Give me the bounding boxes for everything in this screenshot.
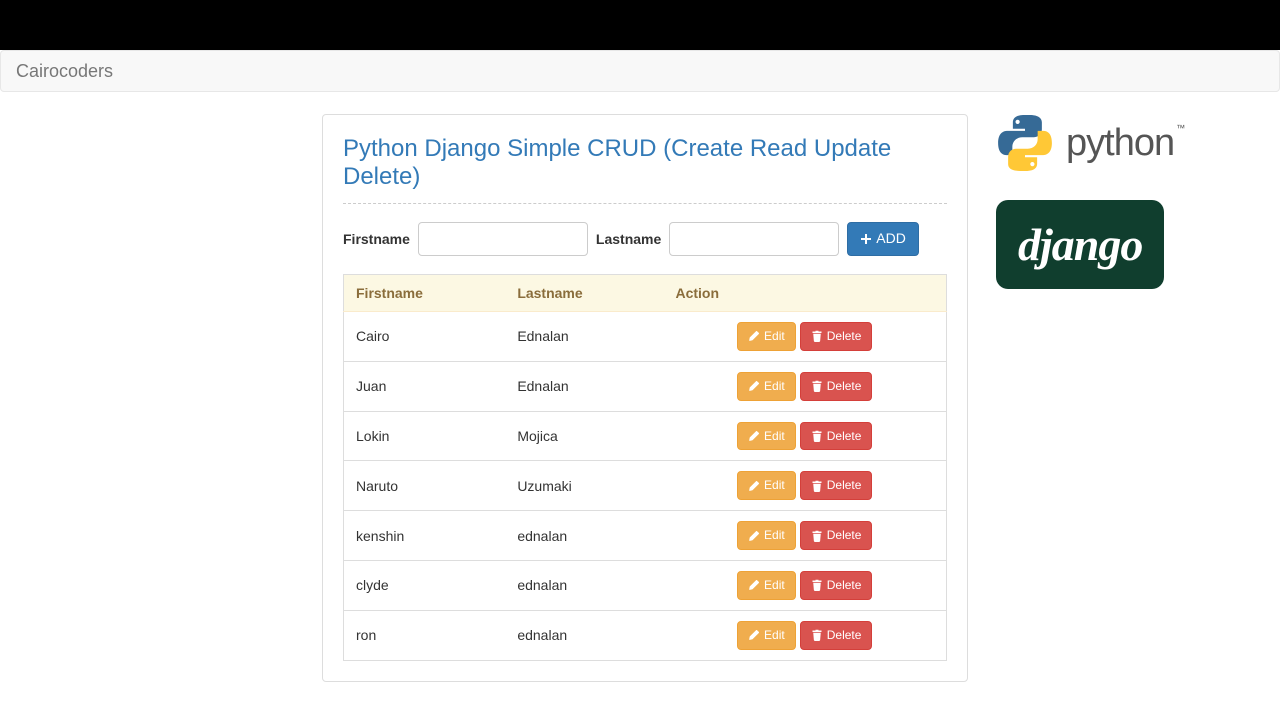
cell-action: Edit Delete (663, 361, 946, 411)
edit-icon (748, 579, 760, 591)
edit-icon (748, 380, 760, 392)
sidebar-logos: python™ django (996, 114, 1276, 289)
edit-icon (748, 480, 760, 492)
table-row: CairoEdnalan Edit Delete (344, 312, 947, 362)
trash-icon (811, 480, 823, 492)
edit-label: Edit (764, 328, 785, 345)
cell-firstname: Cairo (344, 312, 506, 362)
trash-icon (811, 380, 823, 392)
delete-label: Delete (827, 328, 862, 345)
delete-button[interactable]: Delete (800, 422, 873, 451)
cell-firstname: clyde (344, 560, 506, 610)
delete-label: Delete (827, 477, 862, 494)
django-wordmark: django (1018, 219, 1142, 270)
python-wordmark: python™ (1066, 122, 1182, 165)
cell-action: Edit Delete (663, 411, 946, 461)
cell-firstname: Lokin (344, 411, 506, 461)
tm-mark: ™ (1176, 123, 1184, 133)
delete-label: Delete (827, 428, 862, 445)
cell-action: Edit Delete (663, 610, 946, 660)
table-row: LokinMojica Edit Delete (344, 411, 947, 461)
delete-button[interactable]: Delete (800, 521, 873, 550)
cell-firstname: Juan (344, 361, 506, 411)
cell-firstname: Naruto (344, 461, 506, 511)
edit-button[interactable]: Edit (737, 322, 796, 351)
table-row: JuanEdnalan Edit Delete (344, 361, 947, 411)
delete-label: Delete (827, 627, 862, 644)
cell-lastname: Mojica (505, 411, 663, 461)
delete-button[interactable]: Delete (800, 322, 873, 351)
django-logo: django (996, 200, 1164, 289)
edit-button[interactable]: Edit (737, 621, 796, 650)
edit-button[interactable]: Edit (737, 422, 796, 451)
col-lastname: Lastname (505, 275, 663, 312)
edit-button[interactable]: Edit (737, 471, 796, 500)
cell-action: Edit Delete (663, 511, 946, 561)
divider (343, 203, 947, 204)
edit-button[interactable]: Edit (737, 521, 796, 550)
trash-icon (811, 330, 823, 342)
add-button[interactable]: ADD (847, 222, 919, 256)
black-top-bar (0, 0, 1280, 50)
python-logo: python™ (996, 114, 1276, 172)
delete-button[interactable]: Delete (800, 471, 873, 500)
cell-firstname: ron (344, 610, 506, 660)
trash-icon (811, 530, 823, 542)
edit-button[interactable]: Edit (737, 571, 796, 600)
page-title: Python Django Simple CRUD (Create Read U… (343, 135, 947, 191)
edit-label: Edit (764, 577, 785, 594)
table-row: clydeednalan Edit Delete (344, 560, 947, 610)
lastname-input[interactable] (669, 222, 839, 256)
edit-icon (748, 530, 760, 542)
plus-icon (860, 233, 872, 245)
table-row: kenshinednalan Edit Delete (344, 511, 947, 561)
cell-action: Edit Delete (663, 560, 946, 610)
cell-lastname: ednalan (505, 511, 663, 561)
cell-lastname: ednalan (505, 610, 663, 660)
trash-icon (811, 629, 823, 641)
edit-label: Edit (764, 428, 785, 445)
lastname-label: Lastname (596, 231, 661, 247)
add-form: Firstname Lastname ADD (343, 222, 947, 256)
add-button-label: ADD (876, 229, 906, 249)
cell-firstname: kenshin (344, 511, 506, 561)
edit-icon (748, 430, 760, 442)
table-row: ronednalan Edit Delete (344, 610, 947, 660)
delete-label: Delete (827, 577, 862, 594)
python-icon (996, 114, 1054, 172)
delete-button[interactable]: Delete (800, 571, 873, 600)
firstname-label: Firstname (343, 231, 410, 247)
firstname-input[interactable] (418, 222, 588, 256)
navbar-brand[interactable]: Cairocoders (1, 50, 128, 92)
delete-button[interactable]: Delete (800, 621, 873, 650)
table-row: NarutoUzumaki Edit Delete (344, 461, 947, 511)
cell-lastname: Ednalan (505, 312, 663, 362)
edit-icon (748, 629, 760, 641)
edit-button[interactable]: Edit (737, 372, 796, 401)
col-firstname: Firstname (344, 275, 506, 312)
trash-icon (811, 579, 823, 591)
delete-label: Delete (827, 378, 862, 395)
delete-button[interactable]: Delete (800, 372, 873, 401)
cell-lastname: Uzumaki (505, 461, 663, 511)
navbar: Cairocoders (0, 50, 1280, 92)
cell-lastname: ednalan (505, 560, 663, 610)
main-panel: Python Django Simple CRUD (Create Read U… (322, 114, 968, 682)
col-action: Action (663, 275, 946, 312)
edit-icon (748, 330, 760, 342)
edit-label: Edit (764, 477, 785, 494)
members-table: Firstname Lastname Action CairoEdnalan E… (343, 274, 947, 661)
edit-label: Edit (764, 527, 785, 544)
cell-action: Edit Delete (663, 312, 946, 362)
cell-action: Edit Delete (663, 461, 946, 511)
cell-lastname: Ednalan (505, 361, 663, 411)
trash-icon (811, 430, 823, 442)
edit-label: Edit (764, 378, 785, 395)
delete-label: Delete (827, 527, 862, 544)
edit-label: Edit (764, 627, 785, 644)
